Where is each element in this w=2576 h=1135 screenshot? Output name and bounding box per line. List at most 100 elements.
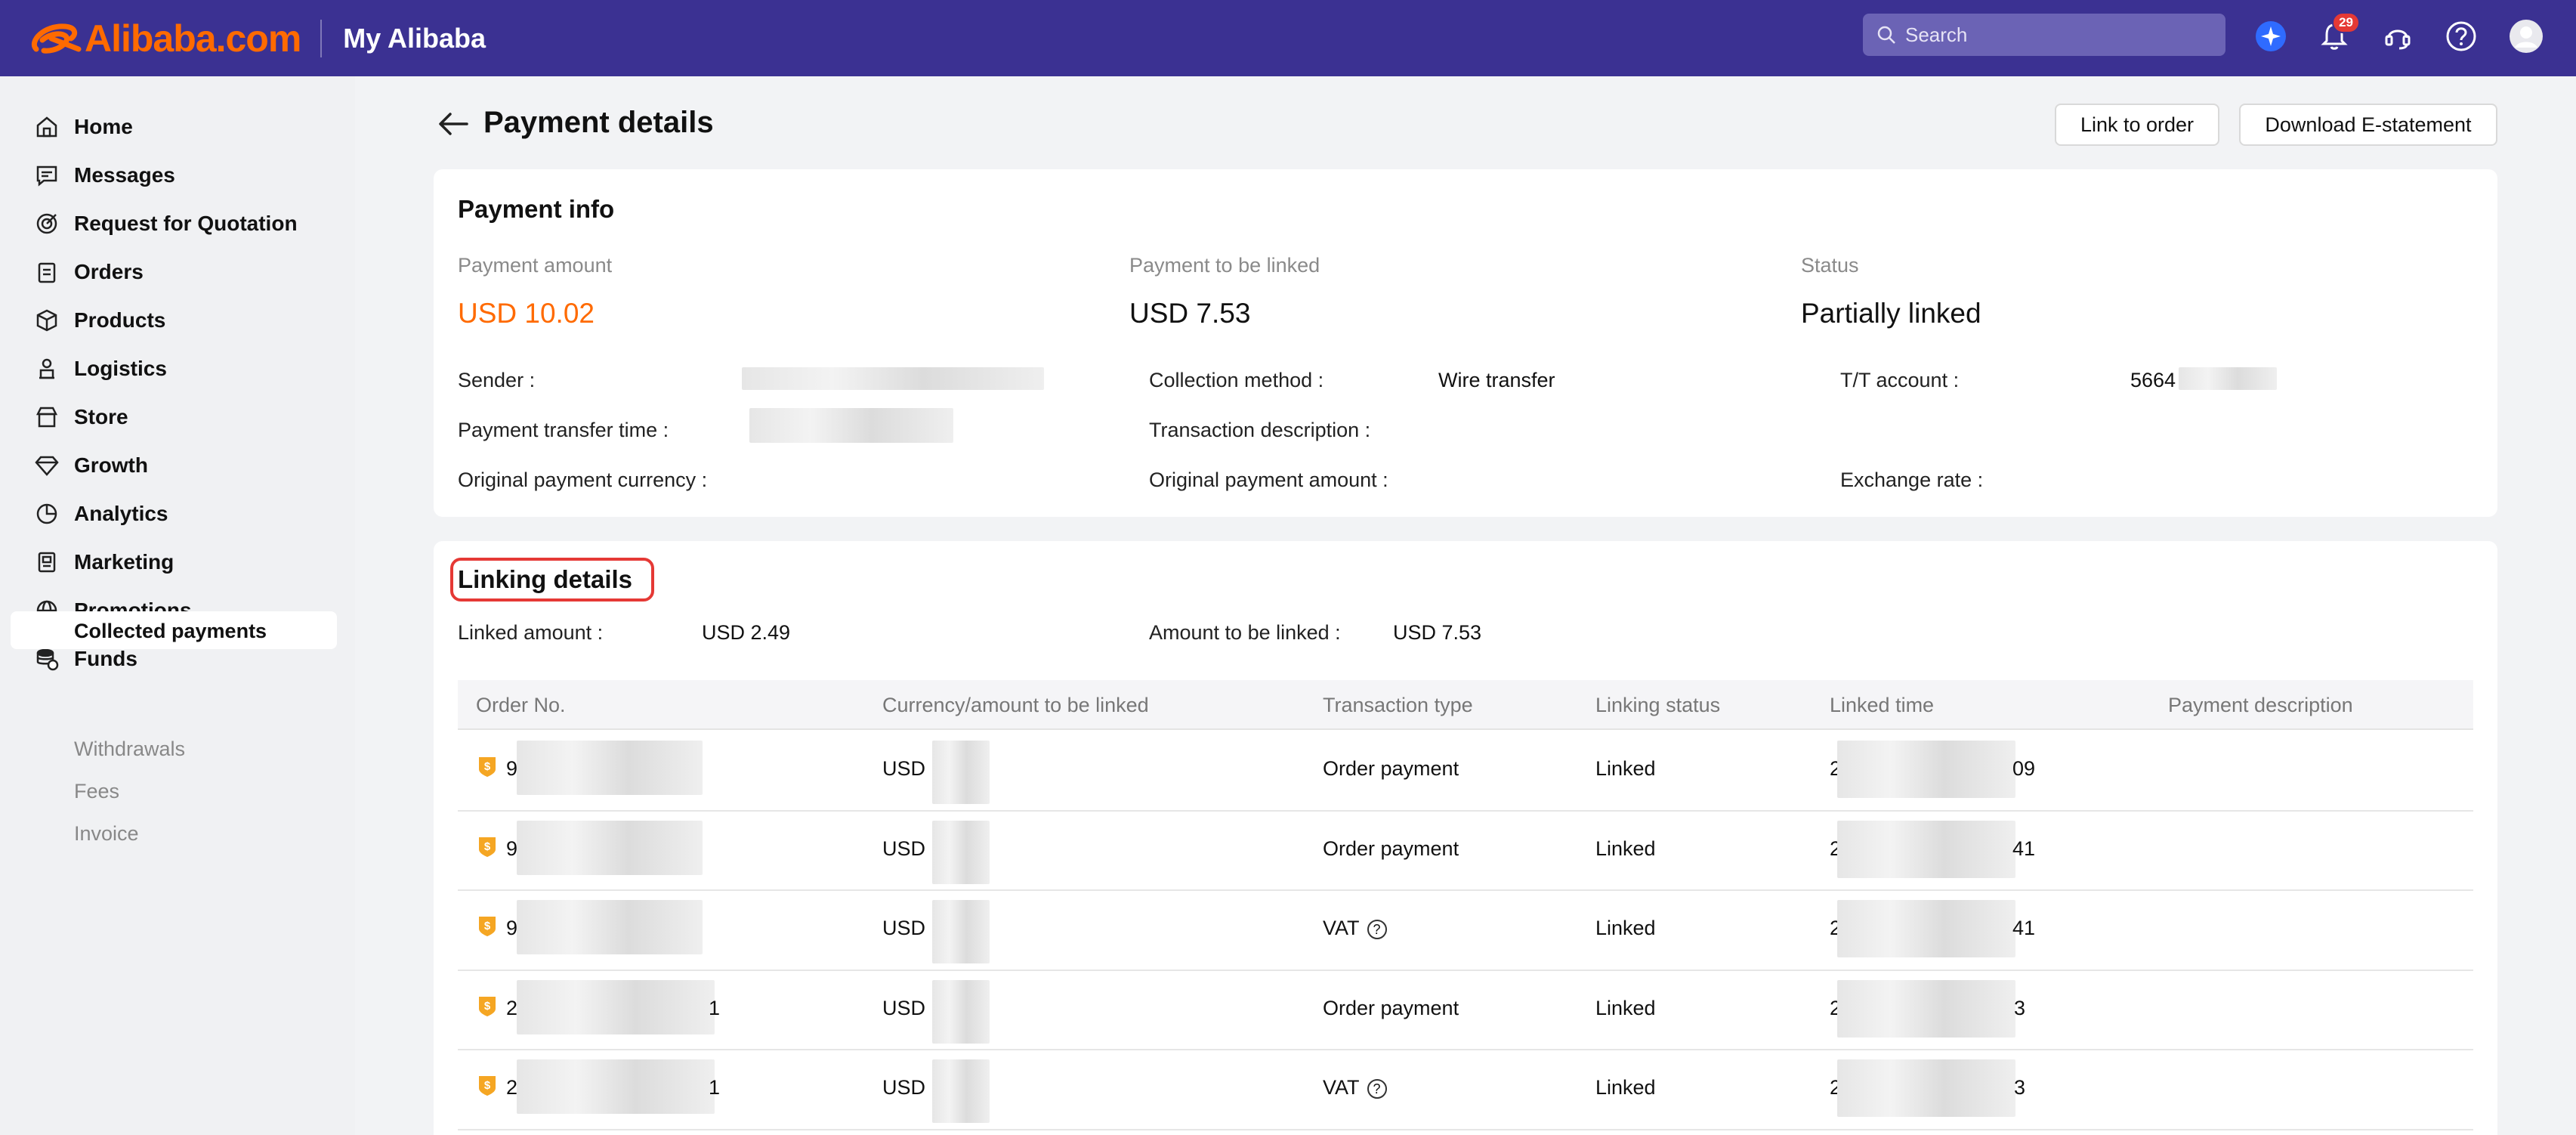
header-divider: [320, 19, 323, 57]
order-number[interactable]: 9: [506, 837, 517, 861]
order-number[interactable]: 2: [506, 997, 517, 1020]
pie-chart-icon: [36, 503, 57, 524]
order-number-redacted: [517, 820, 703, 875]
order-number[interactable]: 9: [506, 917, 517, 940]
sidebar-item-growth[interactable]: Growth: [35, 450, 148, 481]
search-input[interactable]: Search: [1863, 14, 2225, 56]
customer-service-icon[interactable]: [2378, 17, 2417, 56]
transaction-type-label: Order payment: [1323, 837, 1459, 860]
order-number[interactable]: 2: [506, 1076, 517, 1099]
payment-info-title: Payment info: [458, 195, 615, 223]
sidebar-sub-item-fees[interactable]: Fees: [74, 780, 119, 803]
tt-account-value: 5664: [2130, 369, 2176, 391]
order-shield-icon: $: [476, 994, 499, 1018]
original-amount-label: Original payment amount :: [1149, 469, 1388, 491]
linked-time-redacted: [1837, 900, 2015, 957]
amount-redacted: [932, 979, 990, 1044]
order-number-suffix: 1: [709, 996, 721, 1019]
payment-info-card: [434, 169, 2497, 517]
ai-assistant-icon[interactable]: [2251, 17, 2290, 56]
table-row[interactable]: [458, 1050, 2473, 1129]
help-icon[interactable]: [2442, 17, 2481, 56]
table-row[interactable]: [458, 812, 2473, 890]
transaction-type: Order payment: [1323, 997, 1459, 1020]
home-icon: [36, 116, 57, 138]
sidebar-item-label: Marketing: [74, 550, 175, 574]
sidebar-item-messages[interactable]: Messages: [35, 160, 175, 190]
avatar[interactable]: [2507, 17, 2546, 56]
transaction-type-label: VAT: [1323, 917, 1360, 939]
notification-bell-icon[interactable]: 29: [2315, 12, 2360, 56]
target-icon: [36, 213, 57, 234]
order-number-redacted: [517, 1059, 715, 1114]
order-shield-icon: $: [476, 754, 499, 778]
sidebar-item-label: Messages: [74, 163, 175, 187]
alibaba-logo[interactable]: Alibaba.com: [29, 17, 301, 60]
truck-icon: [39, 358, 54, 379]
transaction-type-label: Order payment: [1323, 757, 1459, 780]
order-number-redacted: [517, 741, 703, 795]
column-linked-time: Linked time: [1830, 694, 1935, 716]
sidebar-item-label: Orders: [74, 260, 144, 283]
linked-time-redacted: [1837, 1059, 2015, 1117]
table-row[interactable]: [458, 971, 2473, 1050]
sidebar-item-store[interactable]: Store: [35, 402, 128, 432]
info-icon[interactable]: ?: [1367, 919, 1387, 939]
status-value: Partially linked: [1801, 298, 1981, 329]
sidebar-sub-item-withdrawals[interactable]: Withdrawals: [74, 738, 185, 761]
sidebar-item-analytics[interactable]: Analytics: [35, 499, 168, 529]
svg-text:$: $: [484, 1000, 491, 1013]
linked-amount-value: USD 2.49: [702, 621, 791, 644]
table-row[interactable]: [458, 891, 2473, 970]
payment-amount-label: Payment amount: [458, 254, 613, 277]
linked-time-redacted: [1837, 820, 2015, 878]
marketing-icon: [38, 552, 56, 573]
order-shield-icon: $: [476, 914, 499, 938]
section-title[interactable]: My Alibaba: [343, 23, 486, 54]
sidebar-sub-item-invoice[interactable]: Invoice: [74, 822, 139, 846]
order-number-suffix: 1: [709, 1076, 721, 1099]
amount-value: USD (: [882, 837, 938, 860]
original-currency-label: Original payment currency :: [458, 469, 708, 491]
linking-details-title: Linking details: [458, 565, 633, 593]
transaction-description-label: Transaction description :: [1149, 419, 1371, 441]
store-icon: [36, 407, 58, 428]
tt-account-label: T/T account :: [1840, 369, 1960, 391]
page-title: Payment details: [483, 106, 714, 139]
sidebar-item-label: Growth: [74, 453, 148, 477]
sidebar-item-label: Home: [74, 115, 133, 138]
linked-time-redacted: [1837, 979, 2015, 1038]
table-row[interactable]: [458, 731, 2473, 810]
amount-redacted: [932, 741, 990, 804]
transfer-time-label: Payment transfer time :: [458, 419, 669, 441]
column-payment-description: Payment description: [2168, 694, 2353, 716]
amount-redacted: [932, 1059, 990, 1123]
amount-value: USD (: [882, 757, 938, 780]
sidebar-item-home[interactable]: Home: [35, 112, 133, 142]
order-shield-icon: $: [476, 1073, 499, 1097]
link-to-order-button[interactable]: Link to order: [2055, 104, 2219, 146]
svg-text:$: $: [484, 920, 491, 932]
logo-text: Alibaba.com: [85, 17, 301, 60]
amount-redacted: [932, 900, 990, 963]
svg-text:$: $: [484, 840, 491, 853]
sidebar-item-products[interactable]: Products: [35, 305, 165, 336]
transaction-type: Order payment: [1323, 757, 1459, 781]
collection-method-label: Collection method :: [1149, 369, 1324, 391]
download-estatement-button[interactable]: Download E-statement: [2239, 104, 2497, 146]
linked-time-suffix: 3: [2014, 1076, 2026, 1099]
sidebar-item-rfq[interactable]: Request for Quotation: [35, 209, 298, 239]
sidebar-item-marketing[interactable]: Marketing: [35, 547, 174, 577]
back-arrow-icon[interactable]: [437, 109, 470, 139]
linking-status: Linked: [1595, 996, 1656, 1019]
transaction-type-label: VAT: [1323, 1076, 1360, 1099]
info-icon[interactable]: ?: [1367, 1078, 1387, 1099]
coins-icon: [36, 648, 59, 671]
sidebar-item-logistics[interactable]: Logistics: [35, 354, 167, 384]
sidebar-item-orders[interactable]: Orders: [35, 257, 144, 287]
amount-value: USD (: [882, 917, 938, 939]
linking-status: Linked: [1595, 837, 1656, 860]
top-bar: Alibaba.com My Alibaba Search 29: [0, 0, 2576, 76]
transaction-type: VAT?: [1323, 1076, 1387, 1099]
order-number[interactable]: 9: [506, 757, 517, 781]
